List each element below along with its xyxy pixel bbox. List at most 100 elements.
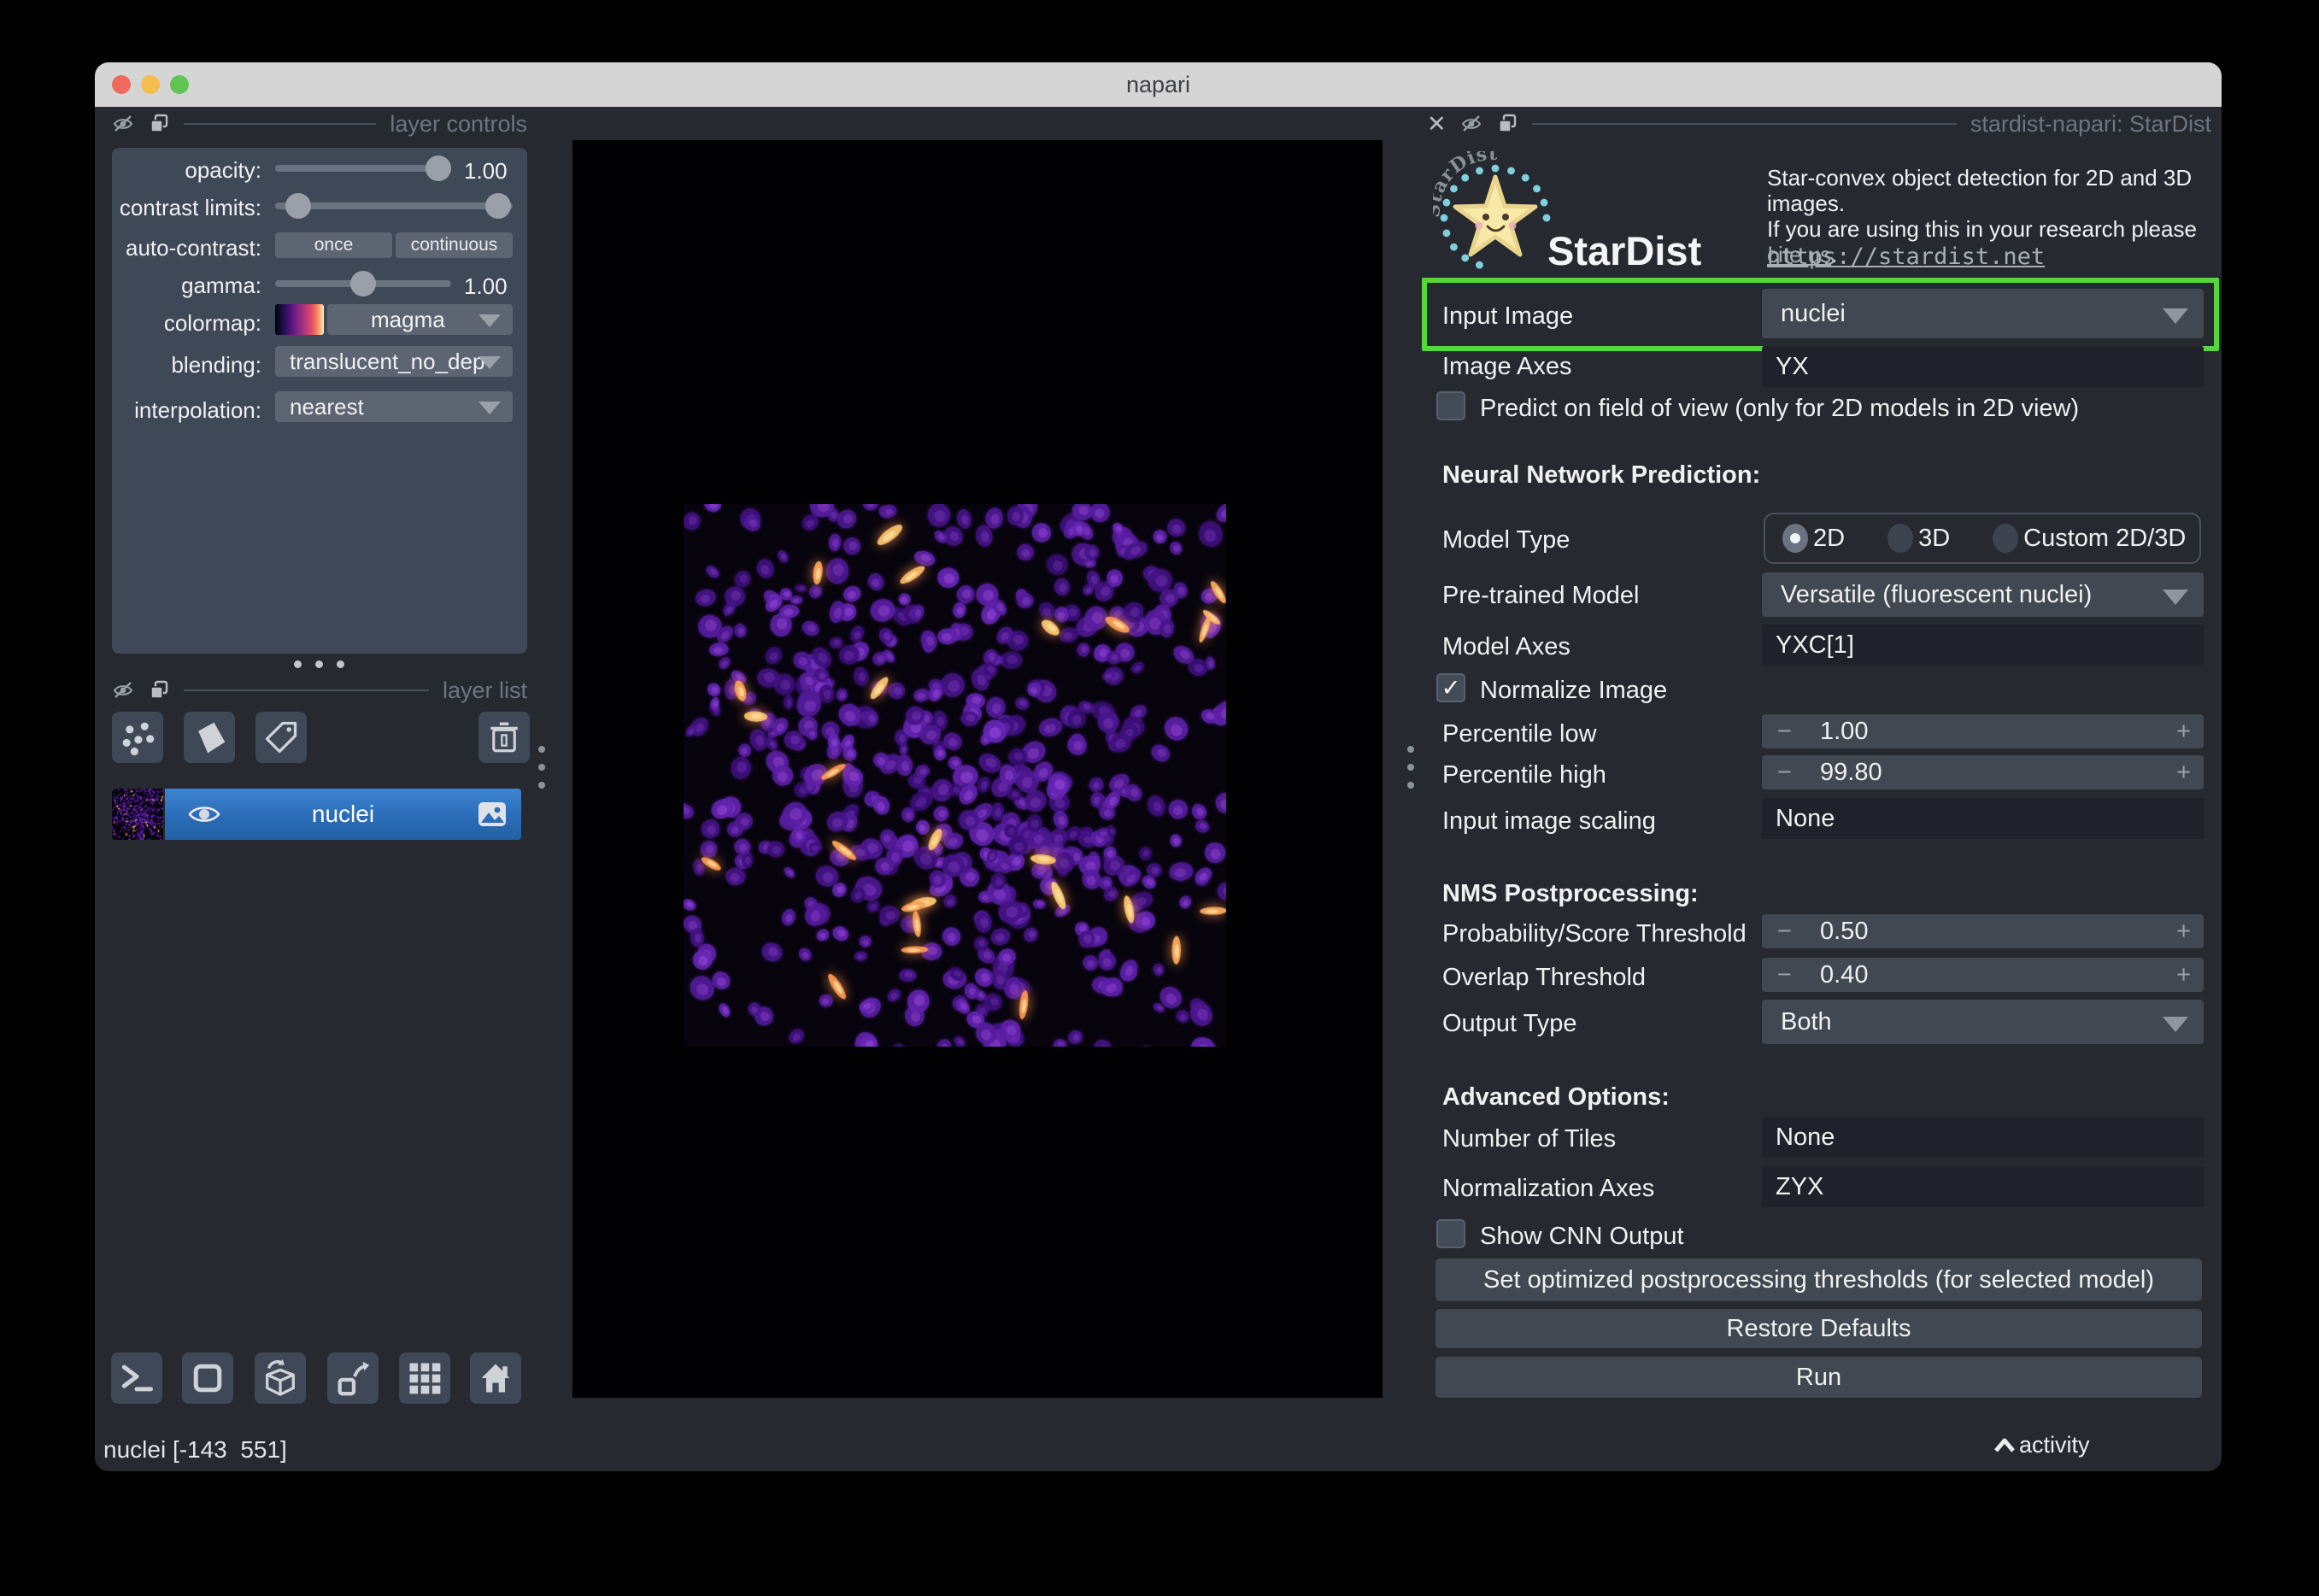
stardist-dock-title: stardist-napari: StarDist: [1970, 110, 2211, 137]
blending-label: blending:: [171, 352, 261, 378]
restore-defaults-button[interactable]: Restore Defaults: [1435, 1309, 2202, 1348]
show-cnn-output-checkbox[interactable]: ✓: [1436, 1219, 1465, 1248]
overlap-threshold-spinbox[interactable]: − 0.40 +: [1762, 958, 2204, 992]
input-scaling-field[interactable]: None: [1762, 798, 2204, 839]
dock-resize-handle[interactable]: [538, 746, 545, 789]
model-type-option-3d[interactable]: 3D: [1887, 524, 1950, 553]
gamma-label: gamma:: [181, 273, 261, 298]
layer-thumbnail[interactable]: [112, 789, 163, 840]
stardist-logo: StarDist: [1433, 151, 1551, 269]
percentile-low-value: 1.00: [1820, 718, 1869, 745]
hide-dock-icon[interactable]: [112, 679, 134, 701]
model-type-option-custom[interactable]: Custom 2D/3D: [1993, 524, 2186, 553]
prob-threshold-spinbox[interactable]: − 0.50 +: [1762, 914, 2204, 948]
float-dock-icon[interactable]: [148, 113, 170, 135]
viewer-canvas[interactable]: [572, 140, 1383, 1398]
model-type-label: Model Type: [1442, 526, 1570, 554]
normalization-axes-field[interactable]: ZYX: [1762, 1166, 2204, 1207]
close-icon[interactable]: ✕: [1427, 113, 1447, 136]
minimize-window-button[interactable]: [141, 75, 160, 94]
titlebar: napari: [95, 62, 2222, 107]
chevron-down-icon: [478, 314, 501, 327]
percentile-high-spinbox[interactable]: − 99.80 +: [1762, 755, 2204, 789]
activity-toggle[interactable]: activity: [1993, 1432, 2090, 1458]
opacity-slider-handle[interactable]: [426, 155, 451, 181]
stardist-url-link[interactable]: https://stardist.net: [1767, 244, 2045, 270]
increment-button[interactable]: +: [2176, 714, 2191, 748]
input-image-value: nuclei: [1781, 299, 1846, 327]
cube-arrow-icon: [266, 1358, 295, 1396]
opacity-slider[interactable]: [275, 155, 451, 181]
set-optimized-thresholds-button[interactable]: Set optimized postprocessing thresholds …: [1435, 1259, 2202, 1301]
decrement-button[interactable]: −: [1777, 714, 1792, 748]
dock-splitter-handle[interactable]: [294, 660, 344, 668]
layer-row-nuclei[interactable]: nuclei: [165, 789, 521, 840]
radio-icon[interactable]: [1993, 524, 2019, 553]
percentile-high-label: Percentile high: [1442, 761, 1606, 789]
header-divider: [1531, 123, 1957, 125]
layer-controls-panel: opacity: 1.00 contrast limits: auto-cont…: [112, 148, 527, 654]
percentile-low-label: Percentile low: [1442, 720, 1597, 748]
interpolation-dropdown[interactable]: nearest: [275, 391, 513, 422]
number-of-tiles-label: Number of Tiles: [1442, 1125, 1617, 1153]
prob-threshold-label: Probability/Score Threshold: [1442, 920, 1747, 948]
contrast-low-handle[interactable]: [285, 193, 311, 219]
console-button[interactable]: [111, 1352, 162, 1404]
increment-button[interactable]: +: [2176, 914, 2191, 948]
gamma-slider[interactable]: [275, 271, 451, 296]
image-layer-type-icon: [478, 802, 506, 826]
number-of-tiles-field[interactable]: None: [1762, 1117, 2204, 1158]
add-points-layer-button[interactable]: [112, 712, 163, 763]
window-title: napari: [1125, 72, 1191, 97]
contrast-high-handle[interactable]: [485, 193, 511, 219]
decrement-button[interactable]: −: [1777, 914, 1792, 948]
colormap-label: colormap:: [163, 310, 261, 336]
zoom-window-button[interactable]: [170, 75, 189, 94]
radio-icon[interactable]: [1782, 524, 1808, 553]
add-shapes-layer-button[interactable]: [184, 712, 235, 763]
input-image-dropdown[interactable]: nuclei: [1762, 289, 2204, 338]
home-icon: [481, 1364, 510, 1393]
grid-view-button[interactable]: [399, 1352, 450, 1404]
napari-window: napari layer controls opacity: 1.00 cont…: [95, 62, 2222, 1471]
float-dock-icon[interactable]: [1496, 113, 1518, 135]
nuclei-image[interactable]: [684, 504, 1226, 1047]
increment-button[interactable]: +: [2176, 755, 2191, 789]
colormap-dropdown[interactable]: magma: [327, 304, 513, 335]
hide-dock-icon[interactable]: [112, 113, 134, 135]
output-type-dropdown[interactable]: Both: [1762, 1000, 2204, 1044]
activity-label: activity: [2019, 1432, 2090, 1458]
dock-resize-handle[interactable]: [1407, 746, 1414, 789]
run-button[interactable]: Run: [1435, 1357, 2202, 1398]
radio-icon[interactable]: [1887, 524, 1914, 553]
gamma-slider-handle[interactable]: [350, 271, 376, 296]
close-window-button[interactable]: [112, 75, 131, 94]
model-type-option-2d[interactable]: 2D: [1782, 524, 1845, 553]
output-type-value: Both: [1781, 1007, 1832, 1036]
increment-button[interactable]: +: [2176, 958, 2191, 992]
delete-layer-button[interactable]: [478, 712, 530, 763]
hide-dock-icon[interactable]: [1460, 113, 1482, 135]
predict-fov-checkbox[interactable]: ✓: [1436, 391, 1465, 420]
transpose-dimensions-button[interactable]: [327, 1352, 379, 1404]
decrement-button[interactable]: −: [1777, 755, 1792, 789]
pretrained-model-dropdown[interactable]: Versatile (fluorescent nuclei): [1762, 572, 2204, 617]
transpose-icon: [338, 1361, 370, 1396]
add-labels-layer-button[interactable]: [255, 712, 307, 763]
model-axes-field[interactable]: YXC[1]: [1762, 625, 2204, 666]
toggle-2d-3d-button[interactable]: [182, 1352, 233, 1404]
stardist-dock-header: ✕ stardist-napari: StarDist: [1427, 110, 2211, 138]
decrement-button[interactable]: −: [1777, 958, 1792, 992]
roll-dimensions-button[interactable]: [255, 1352, 306, 1404]
contrast-limits-slider[interactable]: [275, 193, 513, 219]
float-dock-icon[interactable]: [148, 679, 170, 701]
output-type-label: Output Type: [1442, 1010, 1577, 1037]
percentile-low-spinbox[interactable]: − 1.00 +: [1762, 714, 2204, 748]
normalize-image-checkbox[interactable]: ✓: [1436, 673, 1465, 702]
auto-contrast-once-button[interactable]: once: [275, 232, 392, 258]
image-axes-field[interactable]: YX: [1762, 346, 2204, 387]
blending-dropdown[interactable]: translucent_no_dep: [275, 346, 513, 377]
home-reset-view-button[interactable]: [470, 1352, 521, 1404]
auto-contrast-continuous-button[interactable]: continuous: [396, 232, 513, 258]
chevron-down-icon: [478, 402, 501, 414]
